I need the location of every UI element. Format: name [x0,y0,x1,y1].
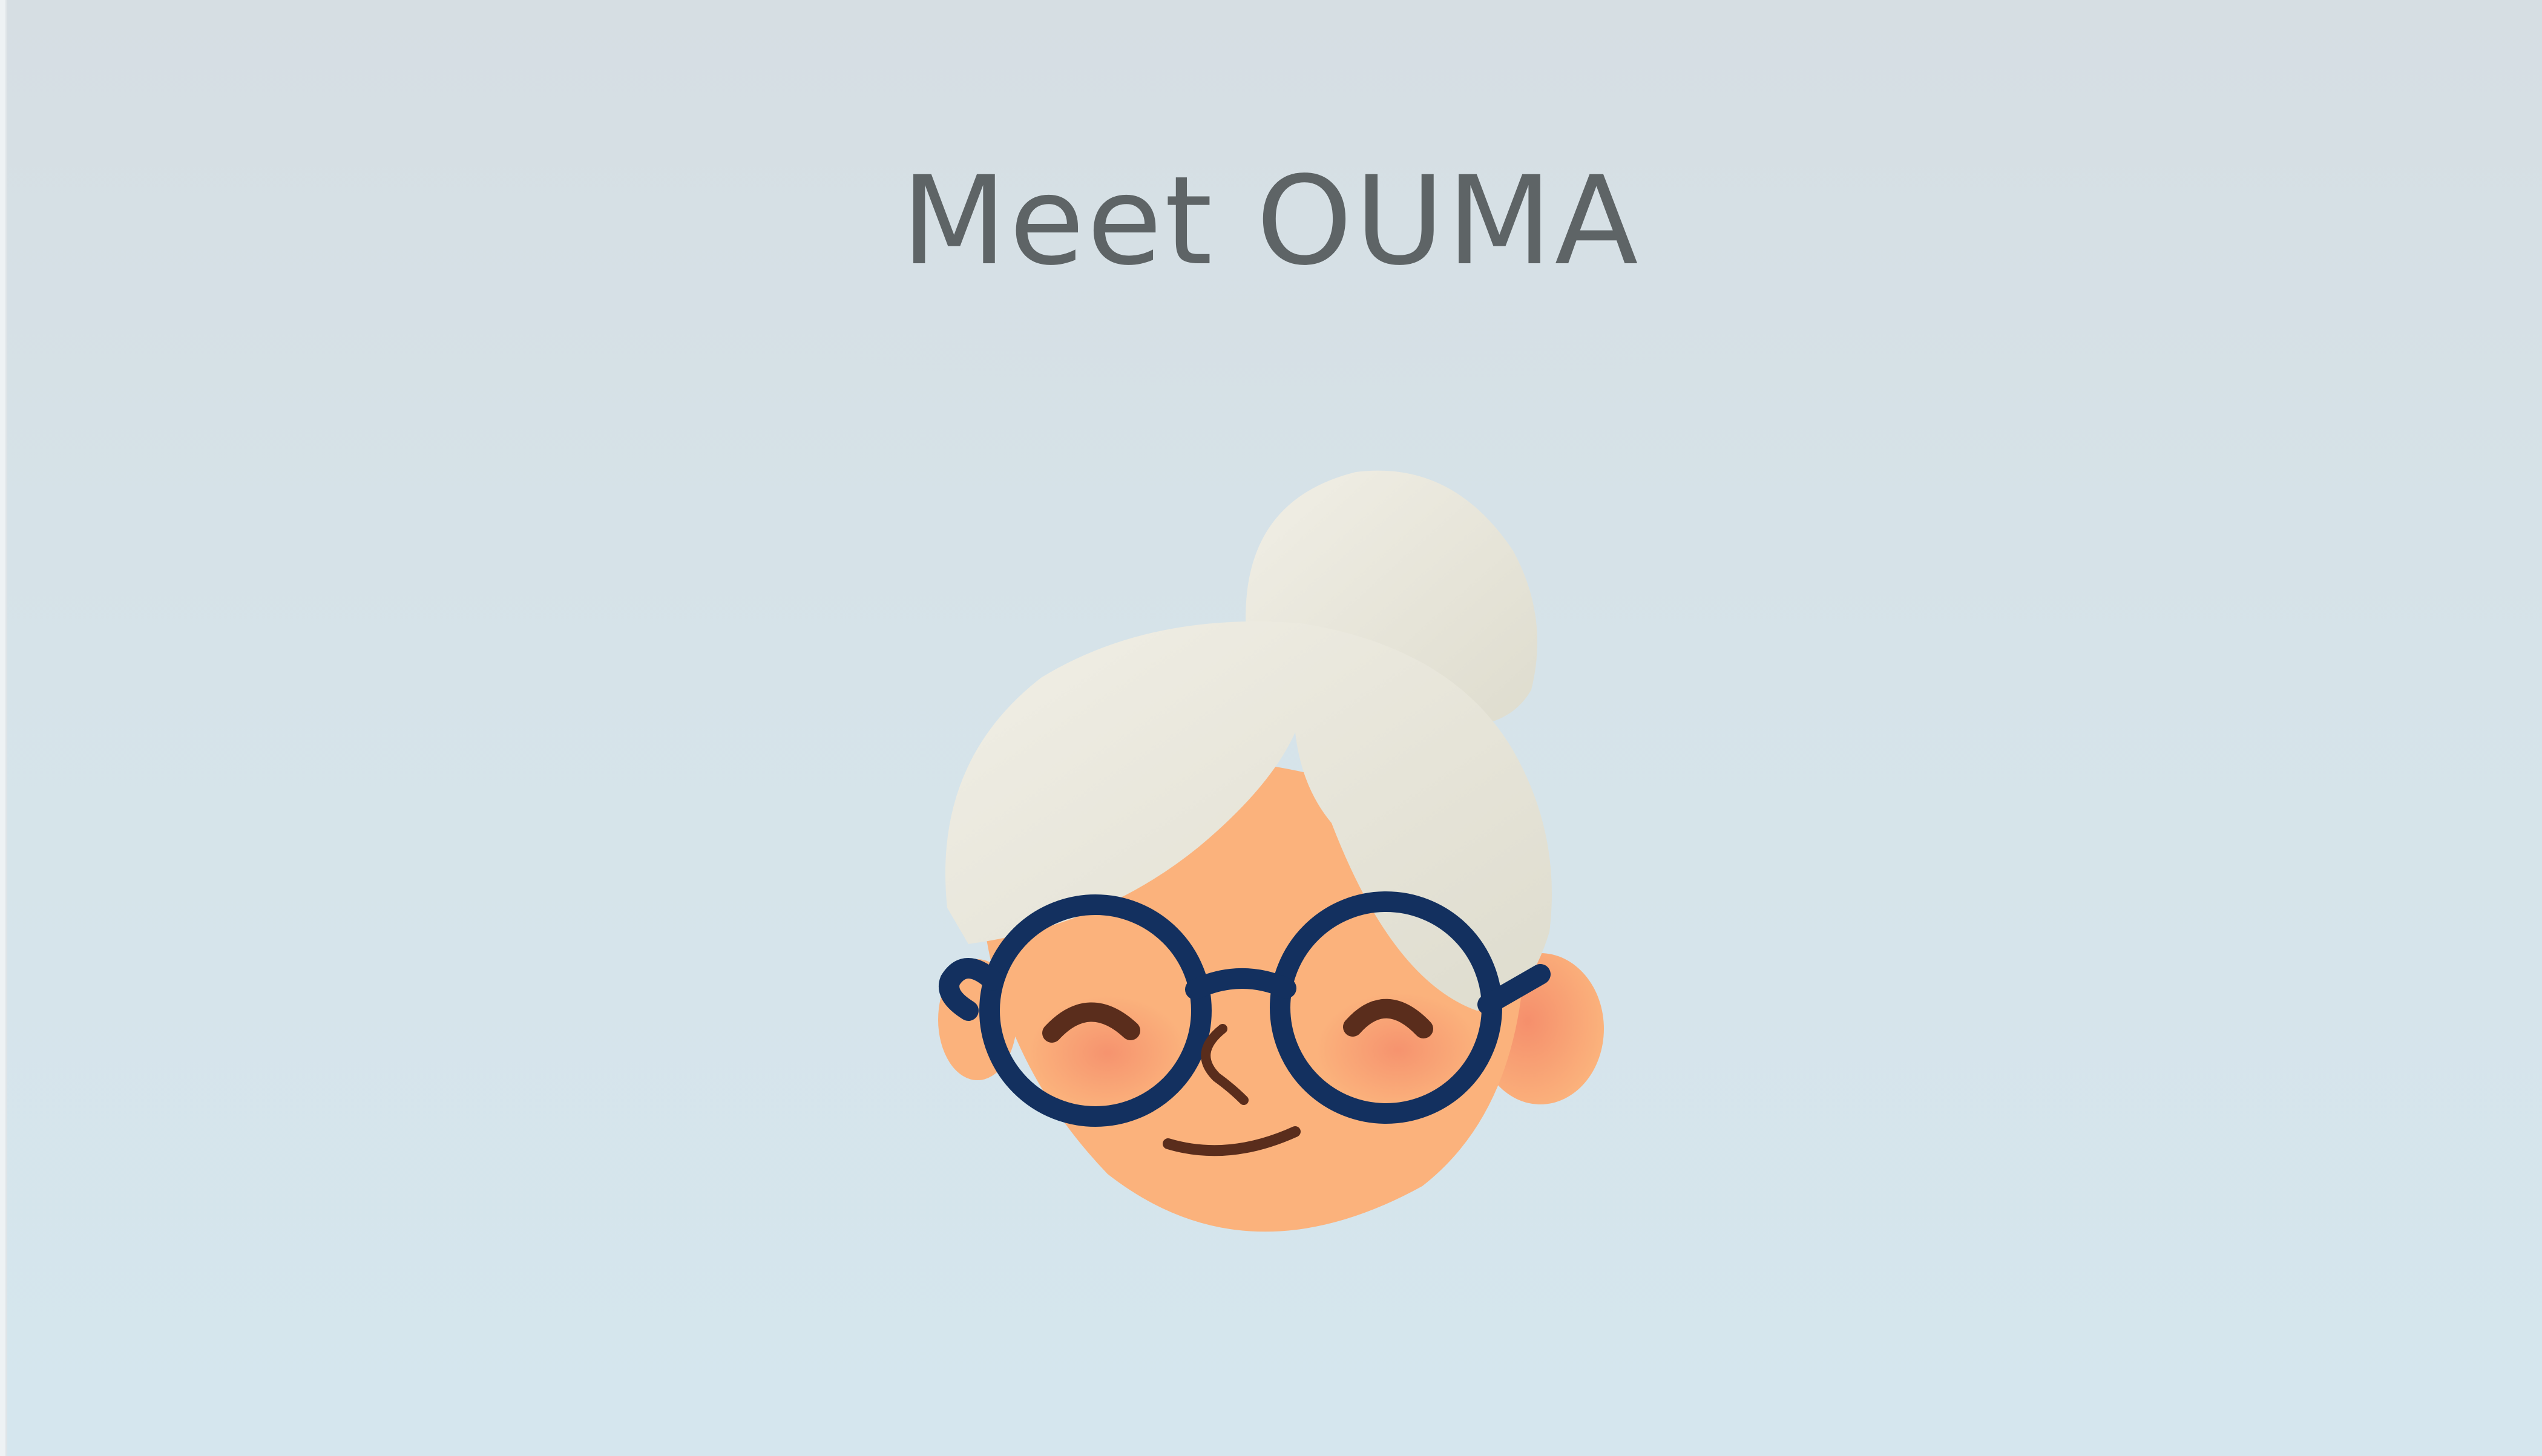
grandmother-avatar-icon [908,448,1695,1283]
page-title: Meet OUMA [901,149,1641,292]
